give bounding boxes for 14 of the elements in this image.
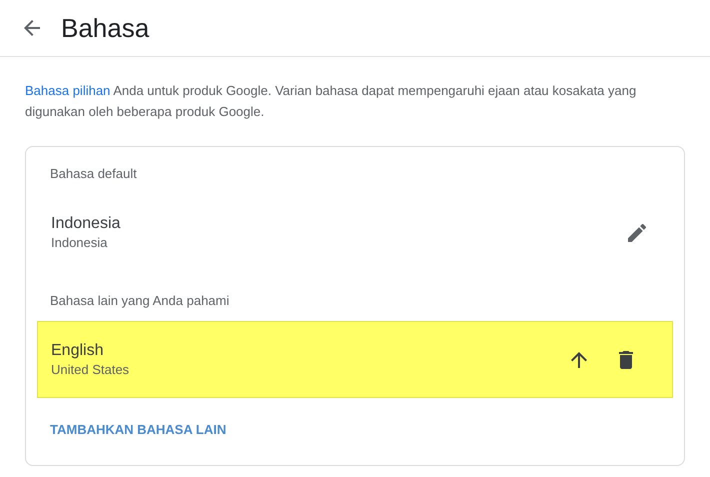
delete-icon[interactable] <box>619 350 633 368</box>
section-label: Bahasa lain yang Anda pahami <box>49 292 230 310</box>
language-name: Indonesia <box>51 214 122 234</box>
page-title: Bahasa <box>61 12 150 44</box>
language-region: United States <box>51 360 130 378</box>
language-name: English <box>51 340 104 360</box>
arrow-up-icon[interactable] <box>571 352 587 368</box>
section-label: Bahasa default <box>49 165 138 183</box>
intro-text: Bahasa pilihan Anda untuk produk Google. Varian bahasa dapat mempengaruhi ejaan atau kosakata yang digunakan oleh beberapa produk Google. <box>25 82 638 121</box>
edit-icon[interactable] <box>628 224 646 242</box>
language-region: Indonesia <box>51 234 108 252</box>
preferred-language-link[interactable]: Bahasa pilihan <box>25 83 110 98</box>
add-language-button[interactable]: TAMBAHKAN BAHASA LAIN <box>50 420 226 440</box>
back-arrow-icon[interactable] <box>24 20 40 36</box>
